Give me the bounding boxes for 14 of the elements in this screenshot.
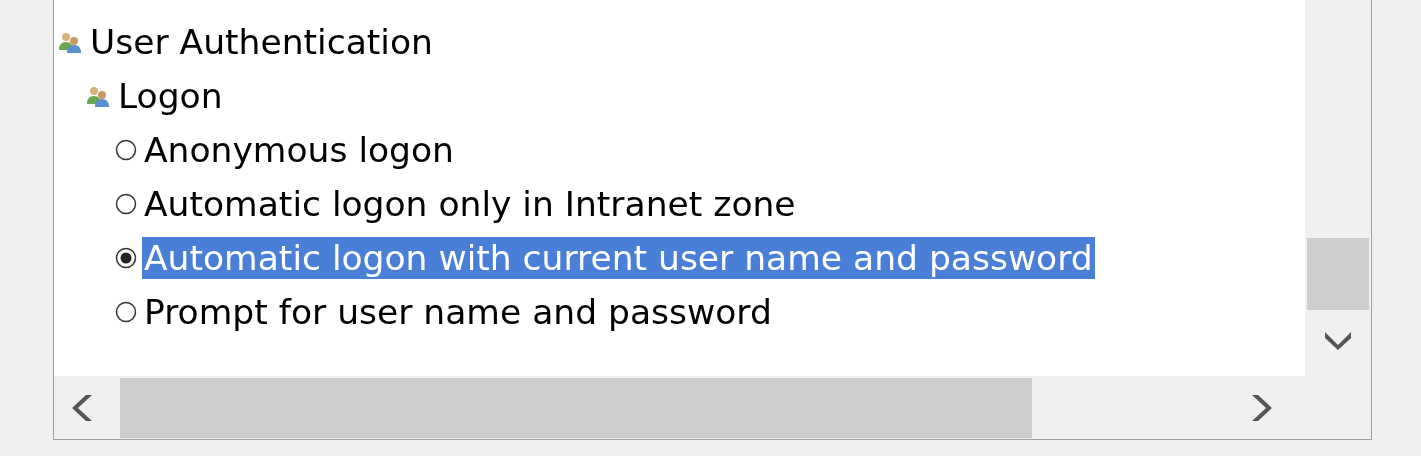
radio-button[interactable] <box>114 246 138 270</box>
option-label[interactable]: Automatic logon with current user name and password <box>142 237 1095 279</box>
scrollbar-thumb[interactable] <box>120 377 1032 438</box>
tree-item[interactable]: User Authentication <box>88 21 435 63</box>
radio-button[interactable] <box>114 192 138 216</box>
users-icon <box>58 30 82 54</box>
option-label[interactable]: Anonymous logon <box>142 129 456 171</box>
tree-item[interactable]: Logon <box>116 75 225 117</box>
radio-button[interactable] <box>114 300 138 324</box>
option-label[interactable]: Prompt for user name and password <box>142 291 774 333</box>
radio-button[interactable] <box>114 138 138 162</box>
option-label[interactable]: Automatic logon only in Intranet zone <box>142 183 798 225</box>
users-icon <box>86 84 110 108</box>
scrollbar-thumb[interactable] <box>1307 238 1369 310</box>
